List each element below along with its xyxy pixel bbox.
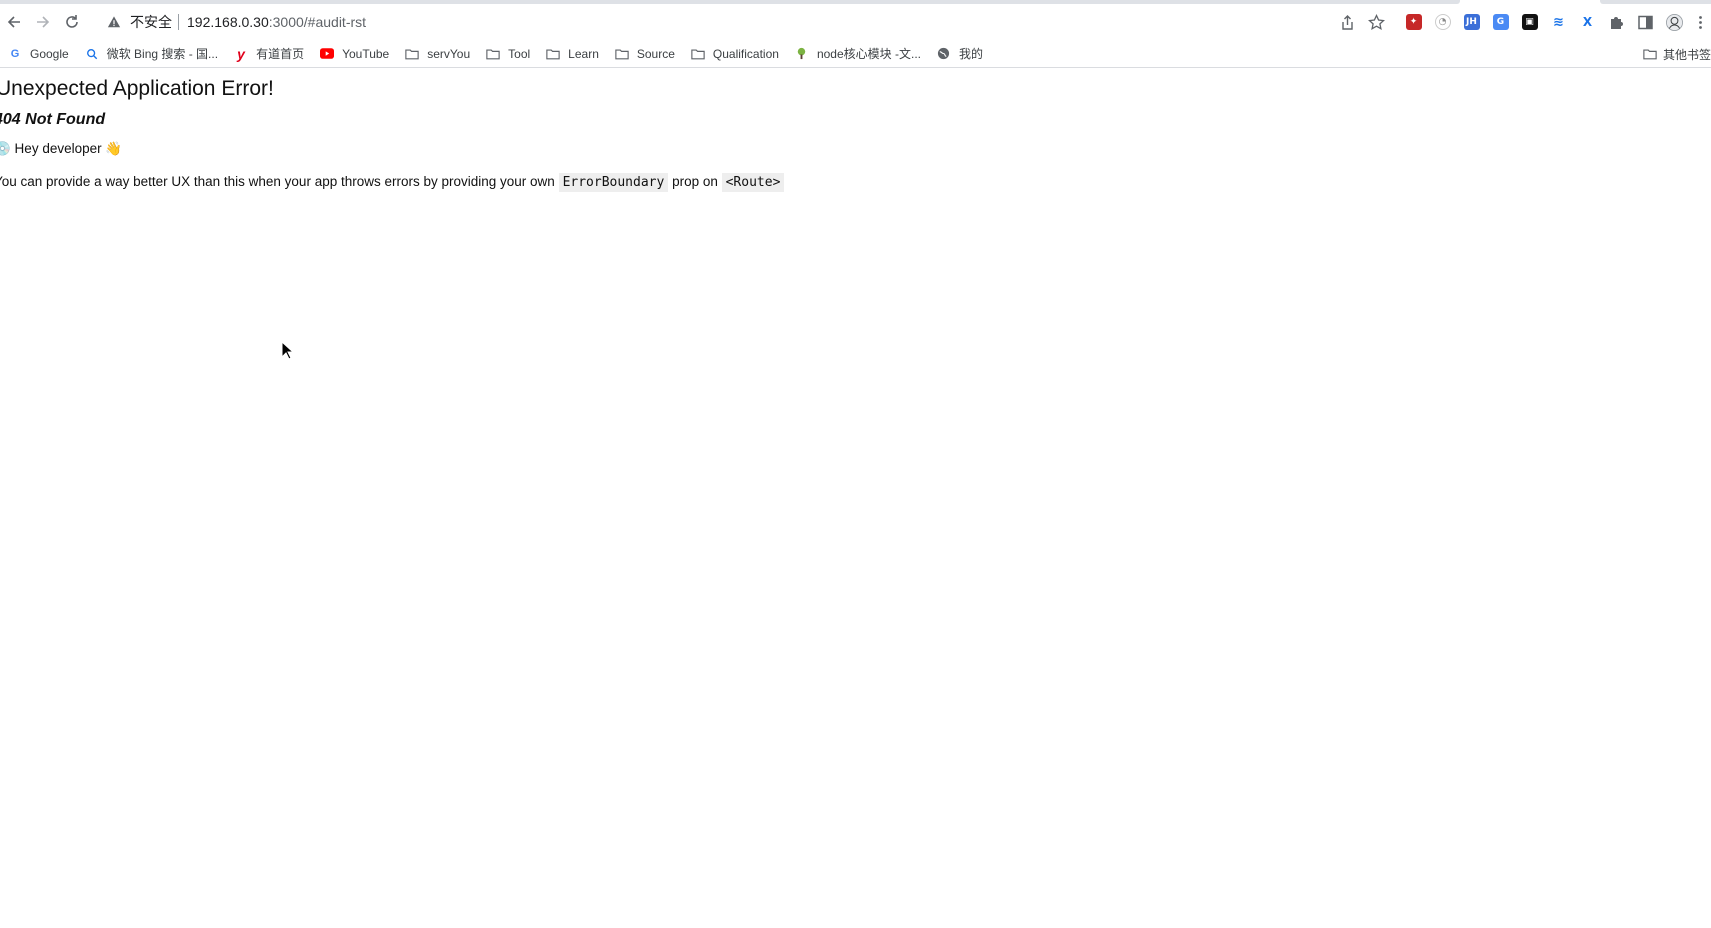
circle-extension-icon: ◔ — [1434, 14, 1451, 30]
extension-button[interactable]: ≋ — [1544, 8, 1573, 36]
share-button[interactable] — [1333, 8, 1362, 36]
side-panel-icon — [1638, 15, 1653, 29]
url-host: 192.168.0.30 — [187, 14, 269, 30]
address-separator — [178, 14, 179, 30]
reload-icon — [66, 15, 78, 28]
bookmark-folder-source[interactable]: Source — [607, 42, 683, 66]
error-hint: You can provide a way better UX than thi… — [0, 173, 785, 192]
extension-button[interactable]: JH — [1457, 8, 1486, 36]
toolbar-actions: ✦ ◔ JH G ▣ ≋ X — [1333, 8, 1711, 36]
puzzle-icon — [1611, 16, 1623, 29]
hint-text: You can provide a way better UX than thi… — [0, 174, 559, 189]
other-bookmarks-label: 其他书签 — [1662, 47, 1711, 62]
profile-button[interactable] — [1660, 8, 1689, 36]
page-content: Unexpected Application Error! 404 Not Fo… — [0, 69, 1711, 928]
folder-icon — [691, 47, 705, 61]
arrow-left-icon — [7, 16, 20, 28]
hint-text: prop on — [668, 174, 722, 189]
extension-button[interactable]: ▣ — [1515, 8, 1544, 36]
page-title: Unexpected Application Error! — [0, 77, 274, 100]
bookmark-folder-servyou[interactable]: servYou — [397, 42, 478, 66]
bookmark-folder-qualification[interactable]: Qualification — [683, 42, 787, 66]
extension-button[interactable]: X — [1573, 8, 1602, 36]
warning-icon — [106, 14, 122, 30]
bing-search-icon — [85, 47, 99, 61]
back-button[interactable] — [0, 8, 28, 36]
layers-extension-icon: ≋ — [1550, 14, 1567, 30]
url-path: :3000/#audit-rst — [268, 14, 367, 30]
folder-icon — [486, 47, 500, 61]
mouse-cursor-icon — [281, 341, 295, 360]
developer-greeting: 💿 Hey developer 👋 — [0, 141, 123, 156]
bookmark-star-button[interactable] — [1362, 8, 1391, 36]
youdao-icon: y — [237, 45, 245, 62]
error-status: 404 Not Found — [0, 111, 106, 128]
menu-button[interactable] — [1689, 8, 1711, 36]
bookmark-label: node核心模块 -文... — [816, 47, 921, 61]
translate-icon: G — [1492, 14, 1509, 30]
bookmark-label: YouTube — [342, 46, 390, 61]
bookmark-mine[interactable]: 我的 — [929, 42, 991, 66]
folder-icon — [546, 47, 560, 61]
extension-button[interactable]: ◔ — [1428, 8, 1457, 36]
bookmark-label: 有道首页 — [256, 47, 305, 61]
google-icon: G — [10, 47, 20, 60]
address-bar[interactable]: 不安全 192.168.0.30 :3000/#audit-rst — [106, 7, 1296, 37]
bookmark-folder-learn[interactable]: Learn — [538, 42, 607, 66]
folder-icon — [1643, 47, 1657, 61]
folder-icon — [615, 47, 629, 61]
bookmark-label: Tool — [508, 46, 531, 61]
bookmarks-bar: G Google 微软 Bing 搜索 - 国... y 有道首页 YouTub… — [0, 40, 1711, 68]
avatar-icon — [1666, 13, 1683, 31]
bookmark-bing[interactable]: 微软 Bing 搜索 - 国... — [77, 42, 226, 66]
star-icon — [1368, 13, 1385, 30]
bookmark-label: servYou — [427, 46, 471, 61]
bookmark-node[interactable]: node核心模块 -文... — [787, 42, 929, 66]
route-code: <Route> — [721, 173, 785, 192]
forward-button[interactable] — [29, 8, 57, 36]
bookmark-label: 我的 — [958, 47, 983, 61]
browser-toolbar: 不安全 192.168.0.30 :3000/#audit-rst ✦ ◔ JH… — [0, 5, 1711, 39]
kebab-menu-icon — [1698, 15, 1702, 29]
security-label[interactable]: 不安全 — [130, 12, 172, 32]
bookmark-folder-tool[interactable]: Tool — [478, 42, 538, 66]
side-panel-button[interactable] — [1631, 8, 1660, 36]
youtube-icon — [320, 47, 335, 61]
bookmark-google[interactable]: G Google — [0, 42, 77, 66]
reload-button[interactable] — [58, 8, 86, 36]
jh-extension-icon: JH — [1463, 14, 1480, 30]
globe-icon — [937, 47, 951, 61]
bookmark-label: 微软 Bing 搜索 - 国... — [106, 47, 219, 61]
extension-button[interactable]: G — [1486, 8, 1515, 36]
dark-extension-icon: ▣ — [1521, 14, 1538, 30]
bookmark-label: Learn — [568, 46, 599, 61]
folder-icon — [405, 47, 419, 61]
red-extension-icon: ✦ — [1405, 14, 1422, 30]
bookmark-label: Source — [636, 46, 675, 61]
x-extension-icon: X — [1579, 14, 1596, 30]
bookmark-youdao[interactable]: y 有道首页 — [226, 42, 312, 66]
share-icon — [1342, 14, 1353, 30]
extensions-menu-button[interactable] — [1602, 8, 1631, 36]
extension-button[interactable]: ✦ — [1399, 8, 1428, 36]
other-bookmarks[interactable]: 其他书签 — [1635, 42, 1711, 66]
node-icon — [795, 47, 809, 61]
arrow-right-icon — [37, 16, 50, 28]
error-boundary-code: ErrorBoundary — [558, 173, 669, 192]
bookmark-youtube[interactable]: YouTube — [312, 42, 397, 66]
bookmark-label: Qualification — [712, 46, 779, 61]
bookmark-label: Google — [30, 46, 69, 61]
